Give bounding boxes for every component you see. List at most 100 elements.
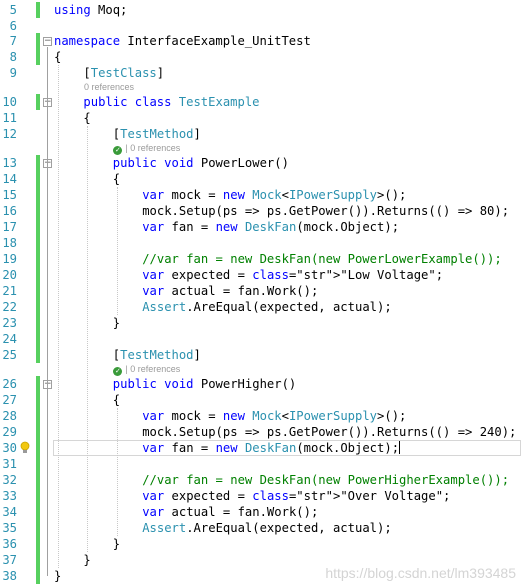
code-line: 28 var mock = new Mock<IPowerSupply>(); [0,408,522,424]
code-line: 26−public void PowerHigher() [0,376,522,392]
code-text[interactable]: var mock = new Mock<IPowerSupply>(); [142,187,406,203]
code-editor[interactable]: 5 using Moq; 6 7 − namespace InterfaceExample… [0,0,522,587]
line-number: 33 [2,489,17,503]
code-text[interactable]: //var fan = new DeskFan(new PowerHigherE… [142,472,509,488]
check-circle-icon: ✓ [113,146,123,155]
code-text[interactable]: { [54,49,61,65]
code-text[interactable]: var fan = new DeskFan(mock.Object); [142,440,401,456]
code-text[interactable]: } [113,315,120,331]
code-line: 25 [TestMethod] [0,347,522,363]
code-text[interactable]: { [83,110,90,126]
code-text[interactable]: { [113,171,120,187]
code-text[interactable]: var mock = new Mock<IPowerSupply>(); [142,408,406,424]
line-number: 34 [2,505,17,519]
code-text[interactable]: public class TestExample [83,94,259,110]
code-text[interactable]: } [113,536,120,552]
change-bar [36,49,40,65]
text-caret [399,441,401,454]
code-text[interactable]: Assert.AreEqual(expected, actual); [142,520,391,536]
code-line: 14 { [0,171,522,187]
code-line: 31 [0,456,522,472]
code-text[interactable]: var actual = fan.Work(); [142,283,318,299]
line-number: 36 [2,537,17,551]
codelens-references[interactable]: 0 references [84,82,134,92]
code-text[interactable]: mock.Setup(ps => ps.GetPower()).Returns(… [142,203,509,219]
change-bar [36,408,40,424]
code-text[interactable]: var expected = class="str">"Over Voltage… [142,488,450,504]
code-line: 27 { [0,392,522,408]
change-bar [36,155,40,171]
change-bar [36,504,40,520]
line-number: 21 [2,284,17,298]
code-line: 18 [0,235,522,251]
indent-guide [116,187,118,315]
code-line: 30 var fan = new DeskFan(mock.Object); [0,440,522,456]
change-bar [36,376,40,392]
line-number: 13 [2,156,17,170]
code-text[interactable]: } [54,568,61,584]
change-bar [36,536,40,552]
line-number: 17 [2,220,17,234]
code-line: 23} [0,315,522,331]
code-line: 33 var expected = class="str">"Over Volta… [0,488,522,504]
line-number: 14 [2,172,17,186]
codelens-label: 0 references [130,364,181,374]
code-text[interactable]: Assert.AreEqual(expected, actual); [142,299,391,315]
codelens-references[interactable]: ✓ | 0 references [113,143,180,155]
change-bar [36,347,40,363]
code-line: 36} [0,536,522,552]
code-text[interactable]: { [113,392,120,408]
code-text[interactable]: var expected = class="str">"Low Voltage"… [142,267,443,283]
indent-guide [58,65,59,568]
code-line: 19 //var fan = new DeskFan(new PowerLower… [0,251,522,267]
code-line: 17 var fan = new DeskFan(mock.Object); [0,219,522,235]
change-bar [36,440,40,456]
change-bar [36,568,40,584]
line-number: 16 [2,204,17,218]
change-bar [36,315,40,331]
collapse-toggle[interactable]: − [43,37,52,46]
change-bar [36,171,40,187]
indent-guide [87,126,89,552]
codelens-label: 0 references [130,143,181,153]
code-text[interactable]: var fan = new DeskFan(mock.Object); [142,219,399,235]
check-circle-icon: ✓ [113,367,123,376]
line-number: 30 [2,441,17,455]
lightbulb-icon[interactable] [19,441,31,455]
code-line: 22 Assert.AreEqual(expected, actual); [0,299,522,315]
change-bar [36,283,40,299]
change-bar [36,219,40,235]
code-text[interactable]: [TestClass] [83,65,164,81]
code-line: 29 mock.Setup(ps => ps.GetPower()).Return… [0,424,522,440]
code-text[interactable]: var actual = fan.Work(); [142,504,318,520]
code-text[interactable]: using Moq; [54,2,127,18]
code-line: 13−public void PowerLower() [0,155,522,171]
line-number: 31 [2,457,17,471]
change-bar [36,520,40,536]
code-text[interactable]: //var fan = new DeskFan(new PowerLowerEx… [142,251,502,267]
line-number: 23 [2,316,17,330]
line-number: 18 [2,236,17,250]
code-line: 8{ [0,49,522,65]
code-text[interactable]: [TestMethod] [113,347,201,363]
codelens-references[interactable]: ✓ | 0 references [113,364,180,376]
code-text[interactable]: namespace InterfaceExample_UnitTest [54,33,311,49]
code-line: 35 Assert.AreEqual(expected, actual); [0,520,522,536]
code-line: 16 mock.Setup(ps => ps.GetPower()).Return… [0,203,522,219]
code-text[interactable]: [TestMethod] [113,126,201,142]
code-line: 12 [TestMethod] [0,126,522,142]
code-line: 21 var actual = fan.Work(); [0,283,522,299]
code-text[interactable]: mock.Setup(ps => ps.GetPower()).Returns(… [142,424,516,440]
code-line: 24 [0,331,522,347]
line-number: 15 [2,188,17,202]
fold-guide [47,390,48,544]
line-number: 29 [2,425,17,439]
code-text[interactable]: public void PowerHigher() [113,376,296,392]
code-line: 11 { [0,110,522,126]
code-text[interactable]: } [83,552,90,568]
watermark: https://blog.csdn.net/lm393485 [325,565,516,581]
change-bar [36,299,40,315]
line-number: 9 [9,66,17,80]
change-bar [36,235,40,251]
code-text[interactable]: public void PowerLower() [113,155,289,171]
